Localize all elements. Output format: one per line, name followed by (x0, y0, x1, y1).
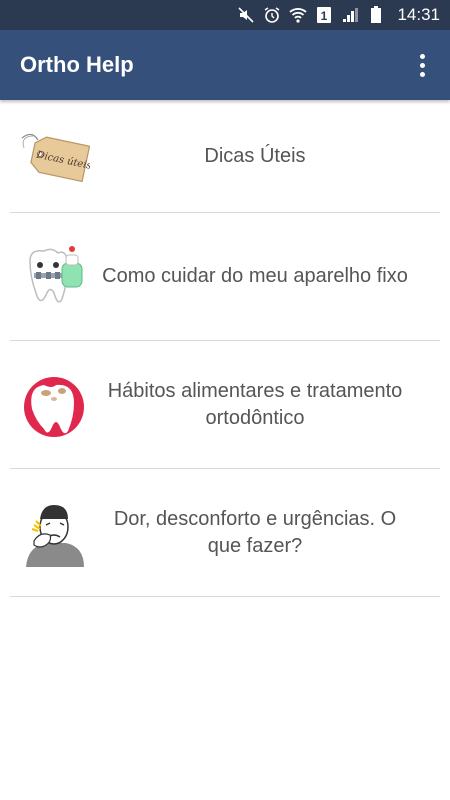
menu-item-label: Hábitos alimentares e tratamento ortodôn… (107, 379, 403, 429)
menu-list: Dicas úteis Dicas Úteis Como cuidar do m… (0, 100, 450, 597)
menu-item-dicas-uteis[interactable]: Dicas úteis Dicas Úteis (0, 100, 450, 212)
wifi-icon (289, 6, 308, 24)
sim-1-icon: 1 (315, 6, 333, 24)
alarm-icon (263, 6, 281, 24)
mute-icon (237, 6, 255, 24)
tag-icon: Dicas úteis (18, 120, 90, 192)
sim-number: 1 (321, 9, 328, 23)
tooth-decay-icon (18, 369, 90, 441)
more-vert-icon[interactable] (410, 45, 434, 85)
app-bar: Ortho Help (0, 30, 450, 100)
clock: 14:31 (397, 5, 440, 24)
battery-icon (367, 6, 385, 24)
menu-item-dor-urgencias[interactable]: Dor, desconforto e urgências. O que faze… (0, 469, 450, 596)
toothache-person-icon (18, 497, 90, 569)
tooth-braces-icon (18, 241, 90, 313)
signal-icon (341, 6, 359, 24)
status-bar: 1 14:31 (0, 0, 450, 30)
app-title: Ortho Help (20, 52, 134, 77)
menu-item-cuidar-aparelho[interactable]: Como cuidar do meu aparelho fixo (0, 213, 450, 340)
divider (10, 596, 440, 597)
menu-item-habitos-alimentares[interactable]: Hábitos alimentares e tratamento ortodôn… (0, 341, 450, 468)
menu-item-label: Dicas Úteis (204, 144, 306, 167)
menu-item-label: Como cuidar do meu aparelho fixo (102, 265, 408, 287)
menu-item-label: Dor, desconforto e urgências. O que faze… (113, 507, 397, 557)
